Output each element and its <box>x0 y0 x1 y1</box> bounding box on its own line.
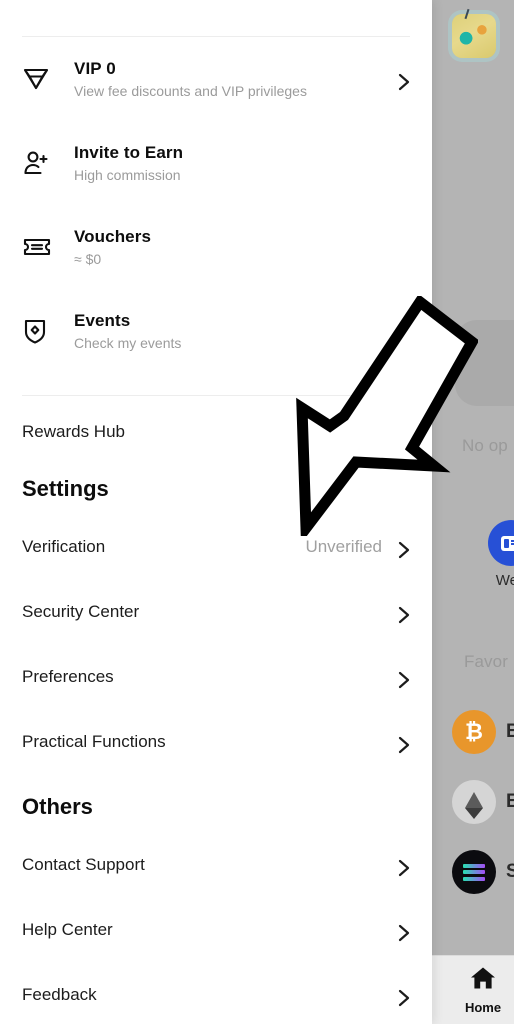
drawer-row-help-center[interactable]: Help Center <box>0 897 432 962</box>
chevron-right-icon <box>398 541 410 558</box>
chevron-right-icon <box>398 606 410 623</box>
drawer-row-label: Preferences <box>22 666 114 686</box>
drawer-row-title: Vouchers <box>74 227 152 246</box>
nav-item-home-label: Home <box>464 1000 502 1015</box>
drawer-row-label: Security Center <box>22 601 140 621</box>
background-card <box>455 320 514 406</box>
chevron-right-icon <box>398 859 410 876</box>
ticket-icon <box>22 235 56 259</box>
wealth-label: Wea <box>495 572 514 589</box>
drawer-row-subtitle: View fee discounts and VIP privileges <box>74 83 307 99</box>
drawer-row-preferences[interactable]: Preferences <box>0 644 432 709</box>
drawer-row-label: Contact Support <box>22 854 145 874</box>
btc-icon: ₿ <box>452 710 496 754</box>
drawer-row-vouchers[interactable]: Vouchers ≈ $0 <box>0 205 432 289</box>
drawer-row-title: Events <box>74 311 131 330</box>
section-heading-others: Others <box>22 794 93 819</box>
drawer-row-rewards-hub[interactable]: Rewards Hub <box>0 396 432 468</box>
wealth-shortcut[interactable]: Wea <box>488 520 514 589</box>
home-icon <box>470 966 496 995</box>
chevron-right-icon <box>398 671 410 688</box>
avatar[interactable] <box>452 14 496 58</box>
drawer-row-subtitle: High commission <box>74 167 181 183</box>
eth-icon <box>452 780 496 824</box>
drawer-row-label: Feedback <box>22 984 97 1004</box>
drawer-row-label: Verification <box>22 536 106 556</box>
drawer-row-subtitle: Check my events <box>74 335 182 351</box>
drawer-row-events[interactable]: Events Check my events <box>0 289 432 373</box>
drawer-row-practical-functions[interactable]: Practical Functions <box>0 709 432 774</box>
drawer-row-feedback[interactable]: Feedback <box>0 962 432 1024</box>
drawer-row-invite-to-earn[interactable]: Invite to Earn High commission <box>0 121 432 205</box>
drawer-row-contact-support[interactable]: Contact Support <box>0 832 432 897</box>
list-item[interactable]: E <box>452 780 514 824</box>
coin-label: E <box>506 791 514 812</box>
favorites-label: Favor <box>464 652 508 671</box>
user-plus-icon <box>22 149 56 177</box>
no-open-orders-text: No op <box>462 436 508 455</box>
drawer-row-label: Practical Functions <box>22 731 166 751</box>
chevron-right-icon <box>398 989 410 1006</box>
drawer-row-title: VIP 0 <box>74 59 116 78</box>
drawer-row-label: Rewards Hub <box>22 422 125 441</box>
diamond-icon <box>22 66 56 92</box>
btc-glyph: ₿ <box>465 719 483 744</box>
nav-item-home[interactable]: Home <box>440 966 514 1015</box>
chevron-right-icon <box>398 736 410 753</box>
wealth-icon <box>488 520 514 566</box>
drawer-row-label: Help Center <box>22 919 113 939</box>
coin-label: S <box>506 861 514 882</box>
drawer-row-security-center[interactable]: Security Center <box>0 579 432 644</box>
drawer-row-title: Invite to Earn <box>74 143 184 162</box>
section-heading-settings: Settings <box>22 476 109 501</box>
drawer-row-vip[interactable]: VIP 0 View fee discounts and VIP privile… <box>0 37 432 121</box>
list-item[interactable]: ₿ B <box>452 710 514 754</box>
chevron-right-icon <box>398 73 410 91</box>
account-drawer: VIP 0 View fee discounts and VIP privile… <box>0 0 432 1024</box>
sol-icon <box>452 850 496 894</box>
coin-label: B <box>506 721 514 742</box>
drawer-row-verification[interactable]: Verification Unverified <box>0 514 432 579</box>
list-item[interactable]: S <box>452 850 514 894</box>
status-badge: Unverified <box>305 536 382 556</box>
drawer-row-subtitle: ≈ $0 <box>74 251 102 267</box>
chevron-right-icon <box>398 924 410 941</box>
shield-diamond-icon <box>22 317 56 345</box>
